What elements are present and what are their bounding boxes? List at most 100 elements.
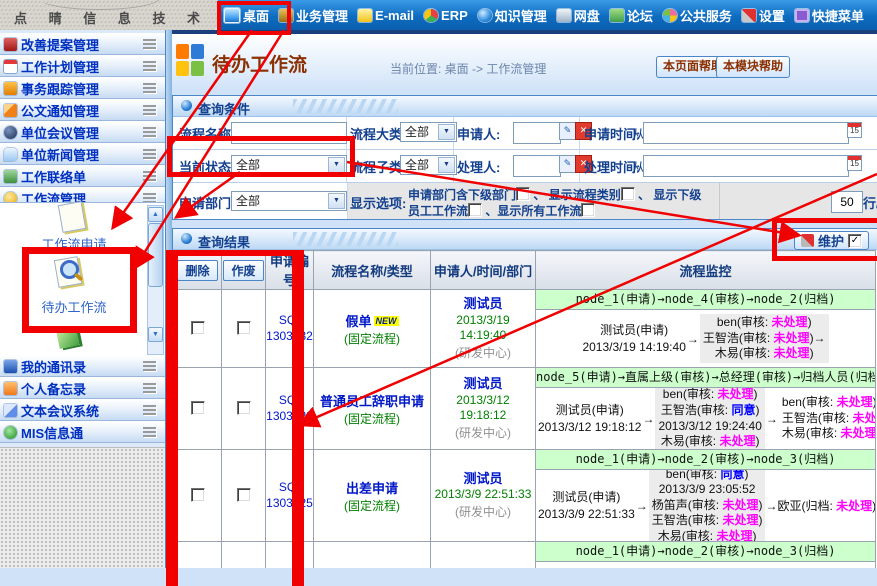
maintain-checkbox[interactable]: ✓: [848, 234, 862, 248]
topbar-item-knowledge[interactable]: 知识管理: [474, 6, 551, 25]
topbar-item-desktop[interactable]: 桌面: [220, 6, 273, 25]
scrollbar-thumb[interactable]: [148, 223, 163, 287]
sidebar-item-work-contact[interactable]: 工作联络单: [0, 165, 165, 187]
drag-handle-icon[interactable]: [143, 361, 156, 371]
scroll-down-button[interactable]: ▼: [148, 327, 163, 342]
option-checkbox[interactable]: [581, 203, 595, 217]
sidebar-item-task-tracking[interactable]: 事务跟踪管理: [0, 77, 165, 99]
sidebar-item-text-meeting[interactable]: 文本会议系统: [0, 399, 165, 421]
handler-input[interactable]: [513, 155, 561, 177]
topbar-item-quick-menu[interactable]: 快捷菜单: [791, 6, 868, 25]
table-row: SQ- 出差申请(固定流程) 测试员2013/3/9 22:48:03 node…: [174, 542, 876, 569]
drag-handle-icon[interactable]: [143, 105, 156, 115]
option-checkbox[interactable]: [621, 187, 635, 201]
applicant-input[interactable]: [513, 122, 561, 144]
desktop-icon: [224, 8, 240, 23]
chevron-down-icon[interactable]: ▼: [438, 124, 455, 140]
delete-checkbox[interactable]: [191, 401, 205, 415]
table-row: SQ-1303032 假单NEW(固定流程) 测试员2013/3/1914:19…: [174, 290, 876, 368]
drag-handle-icon[interactable]: [143, 149, 156, 159]
chevron-down-icon[interactable]: ▼: [438, 157, 455, 173]
flow-category-select[interactable]: 全部▼: [400, 122, 457, 142]
void-button[interactable]: 作废: [223, 260, 263, 281]
apply-time-from-input[interactable]: [643, 122, 849, 144]
query-section-title: 查询条件: [198, 99, 250, 118]
handler-label: 处理人:: [457, 157, 500, 176]
topbar-item-erp[interactable]: ERP: [420, 8, 472, 23]
topbar-item-email[interactable]: E-mail: [354, 8, 418, 23]
flow-route: node_1(申请)→node_4(审核)→node_2(归档): [536, 290, 875, 310]
option-checkbox[interactable]: [468, 203, 482, 217]
topbar-label: 论坛: [627, 6, 653, 25]
topbar-item-settings[interactable]: 设置: [738, 6, 789, 25]
pending-workflow-icon[interactable]: [52, 255, 88, 289]
delete-checkbox[interactable]: [191, 321, 205, 335]
maintain-button[interactable]: 维护 ✓: [794, 231, 869, 250]
panel-scrollbar[interactable]: ▲ ▼: [147, 205, 164, 355]
tools-icon: [801, 234, 814, 247]
sidebar-empty-area: [0, 447, 165, 568]
topbar-item-public-service[interactable]: 公共服务: [659, 6, 736, 25]
flow-name-input[interactable]: [231, 122, 347, 144]
handle-time-from-input[interactable]: [643, 155, 849, 177]
drag-handle-icon[interactable]: [143, 127, 156, 137]
topbar-item-netdisk[interactable]: 网盘: [553, 6, 604, 25]
flow-name-link[interactable]: 假单NEW: [314, 311, 430, 330]
chevron-down-icon[interactable]: ▼: [328, 193, 345, 209]
sidebar: 改善提案管理 工作计划管理 事务跟踪管理 公文通知管理 单位会议管理 单位新闻管…: [0, 30, 165, 568]
apply-dept-select[interactable]: 全部▼: [231, 191, 347, 211]
option-checkbox[interactable]: [516, 187, 530, 201]
drag-handle-icon[interactable]: [143, 83, 156, 93]
flow-monitor-cell: node_1(申请)→node_2(审核)→node_3(归档) 测试员(申请)…: [536, 542, 876, 569]
chevron-down-icon[interactable]: ▼: [328, 157, 345, 173]
sidebar-item-work-plan[interactable]: 工作计划管理: [0, 55, 165, 77]
memo-icon: [4, 382, 17, 395]
next-panel-icon[interactable]: [56, 327, 84, 353]
topbar-label: 知识管理: [495, 6, 547, 25]
calendar-icon[interactable]: 15: [847, 155, 862, 171]
drag-handle-icon[interactable]: [143, 405, 156, 415]
drag-handle-icon[interactable]: [143, 39, 156, 49]
col-flow-monitor: 流程监控: [536, 251, 876, 290]
sidebar-item-label: 工作联络单: [21, 167, 86, 186]
breadcrumb: 当前位置: 桌面 -> 工作流管理: [390, 60, 546, 77]
topbar-item-business[interactable]: 业务管理: [275, 6, 352, 25]
scroll-up-button[interactable]: ▲: [148, 207, 163, 222]
sidebar-item-official-notice[interactable]: 公文通知管理: [0, 99, 165, 121]
sidebar-item-improvement-proposal[interactable]: 改善提案管理: [0, 33, 165, 55]
topbar-item-forum[interactable]: 论坛: [606, 6, 657, 25]
workflow-apply-icon[interactable]: [56, 199, 90, 231]
flow-monitor-cell: node_1(申请)→node_2(审核)→node_3(归档) 测试员(申请)…: [536, 450, 876, 542]
flow-name-link[interactable]: 出差申请: [314, 478, 430, 497]
sidebar-item-my-contacts[interactable]: 我的通讯录: [0, 355, 165, 377]
hatch-decoration: [293, 232, 398, 246]
page-title: 待办工作流: [212, 50, 307, 77]
sidebar-item-mis-messenger[interactable]: MIS信息通: [0, 421, 165, 443]
delete-checkbox[interactable]: [191, 488, 205, 502]
people-icon: [4, 360, 17, 373]
void-checkbox[interactable]: [237, 401, 251, 415]
module-help-button[interactable]: 本模块帮助: [716, 56, 790, 78]
drag-handle-icon[interactable]: [143, 427, 156, 437]
sidebar-item-personal-memo[interactable]: 个人备忘录: [0, 377, 165, 399]
current-status-select[interactable]: 全部▼: [231, 155, 347, 175]
topbar-label: ERP: [441, 8, 468, 23]
calendar-icon[interactable]: 15: [847, 122, 862, 138]
flow-subcategory-select[interactable]: 全部▼: [400, 155, 457, 175]
flow-name-link[interactable]: 普通员工辞职申请: [314, 391, 430, 410]
drag-handle-icon[interactable]: [143, 171, 156, 181]
void-checkbox[interactable]: [237, 321, 251, 335]
sidebar-item-meeting[interactable]: 单位会议管理: [0, 121, 165, 143]
void-checkbox[interactable]: [237, 488, 251, 502]
drag-handle-icon[interactable]: [143, 61, 156, 71]
bullet-icon: [181, 100, 192, 111]
select-person-icon[interactable]: ✎: [559, 155, 576, 173]
page-size-input[interactable]: [831, 191, 863, 213]
sidebar-item-news[interactable]: 单位新闻管理: [0, 143, 165, 165]
panel-item-workflow-apply[interactable]: 工作流申请: [0, 234, 148, 253]
drag-handle-icon[interactable]: [143, 383, 156, 393]
panel-item-pending-workflow[interactable]: 待办工作流: [0, 297, 148, 316]
select-person-icon[interactable]: ✎: [559, 122, 576, 140]
new-badge: NEW: [374, 316, 399, 326]
delete-button[interactable]: 删除: [177, 260, 217, 281]
